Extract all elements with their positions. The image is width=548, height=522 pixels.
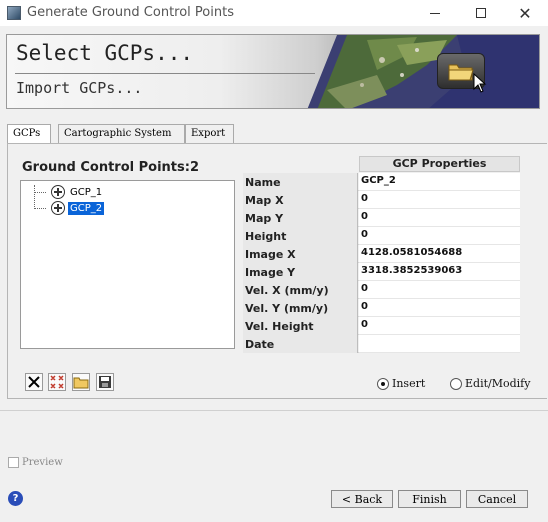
property-value[interactable]: 0: [359, 191, 520, 209]
tree-connector: [34, 185, 35, 209]
gcp-tree[interactable]: GCP_1 GCP_2: [20, 180, 235, 349]
property-value[interactable]: 0: [359, 227, 520, 245]
insert-mode-label: Insert: [392, 377, 426, 390]
property-value[interactable]: 3318.3852539063: [359, 263, 520, 281]
tab-gcps[interactable]: GCPs: [7, 124, 51, 144]
property-value[interactable]: GCP_2: [359, 173, 520, 191]
tree-item-label: GCP_1: [70, 186, 103, 198]
properties-table: Name GCP_2 Map X 0 Map Y 0 Height 0 Imag…: [243, 173, 520, 353]
property-row: Vel. Height (mm/y) 0: [243, 317, 520, 346]
preview-label: Preview: [22, 457, 63, 468]
gcp-heading-label: Ground Control Points:: [22, 160, 190, 175]
radio-unselected-icon: [450, 377, 462, 390]
title-bar: Generate Ground Control Points ✕: [0, 0, 548, 26]
property-value[interactable]: 0: [359, 281, 520, 299]
property-row: Map Y 0: [243, 209, 520, 227]
property-key: Name: [243, 173, 358, 191]
cursor-icon: [473, 73, 487, 93]
property-key: Image X: [243, 245, 358, 263]
property-key: Map X: [243, 191, 358, 209]
cancel-button[interactable]: Cancel: [466, 490, 528, 508]
property-value[interactable]: 0: [359, 209, 520, 227]
minimize-icon: [430, 12, 440, 14]
banner-subtitle: Import GCPs...: [16, 79, 143, 97]
property-key: Image Y: [243, 263, 358, 281]
tree-item-gcp-1[interactable]: GCP_1: [51, 184, 104, 200]
properties-header: GCP Properties: [359, 156, 520, 172]
tree-connector: [34, 208, 46, 209]
close-icon: ✕: [518, 3, 532, 23]
property-row: Name GCP_2: [243, 173, 520, 191]
save-icon: [99, 376, 111, 388]
property-row: Date: [243, 335, 520, 353]
property-value[interactable]: 0: [359, 299, 520, 317]
edit-mode-radio[interactable]: Edit/Modify: [450, 377, 530, 390]
checkbox-icon: [8, 457, 19, 468]
banner-divider: [15, 73, 315, 74]
property-row: Image X 4128.0581054688: [243, 245, 520, 263]
tree-item-label: GCP_2: [68, 201, 105, 215]
radio-selected-icon: [377, 377, 389, 390]
property-key: Date: [243, 335, 358, 353]
open-folder-icon: [73, 377, 89, 389]
minimize-button[interactable]: [412, 0, 458, 26]
property-key: Height: [243, 227, 358, 245]
property-row: Height 0: [243, 227, 520, 245]
gcp-node-icon: [51, 201, 65, 215]
gcp-list-heading: Ground Control Points:2: [22, 160, 199, 175]
delete-gcp-button[interactable]: [25, 373, 43, 391]
maximize-icon: [476, 8, 486, 18]
delete-all-icon: [50, 375, 64, 389]
help-icon: ?: [12, 493, 19, 504]
property-value[interactable]: [359, 335, 520, 353]
property-key: Map Y: [243, 209, 358, 227]
property-row: Vel. X (mm/y) 0: [243, 281, 520, 299]
back-button[interactable]: < Back: [331, 490, 393, 508]
insert-mode-radio[interactable]: Insert: [377, 377, 425, 390]
finish-button[interactable]: Finish: [398, 490, 461, 508]
window-title: Generate Ground Control Points: [27, 5, 234, 20]
save-button[interactable]: [96, 373, 114, 391]
app-icon: [7, 6, 21, 20]
property-key: Vel. Y (mm/y): [243, 299, 358, 317]
divider: [0, 410, 548, 411]
property-row: Vel. Y (mm/y) 0: [243, 299, 520, 317]
delete-all-button[interactable]: [48, 373, 66, 391]
edit-mode-label: Edit/Modify: [465, 377, 531, 390]
header-banner: Select GCPs... Import GCPs...: [6, 34, 540, 109]
folder-icon: [448, 64, 474, 81]
preview-checkbox[interactable]: Preview: [8, 457, 63, 468]
property-row: Map X 0: [243, 191, 520, 209]
property-value[interactable]: 4128.0581054688: [359, 245, 520, 263]
property-value[interactable]: 0: [359, 317, 520, 335]
banner-title: Select GCPs...: [16, 41, 194, 65]
property-key: Vel. Height (mm/y): [243, 317, 358, 346]
gcp-count: 2: [189, 160, 199, 175]
gcp-node-icon: [51, 185, 65, 199]
satellite-image: [307, 35, 539, 108]
property-key: Vel. X (mm/y): [243, 281, 358, 299]
tab-cartographic-system[interactable]: Cartographic System: [58, 124, 185, 143]
tree-item-gcp-2[interactable]: GCP_2: [51, 200, 105, 216]
tree-connector: [34, 192, 46, 193]
close-button[interactable]: ✕: [502, 0, 548, 26]
delete-icon: [28, 376, 40, 388]
maximize-button[interactable]: [458, 0, 504, 26]
open-button[interactable]: [72, 373, 90, 391]
tab-export[interactable]: Export: [185, 124, 234, 143]
help-button[interactable]: ?: [8, 491, 23, 506]
property-row: Image Y 3318.3852539063: [243, 263, 520, 281]
